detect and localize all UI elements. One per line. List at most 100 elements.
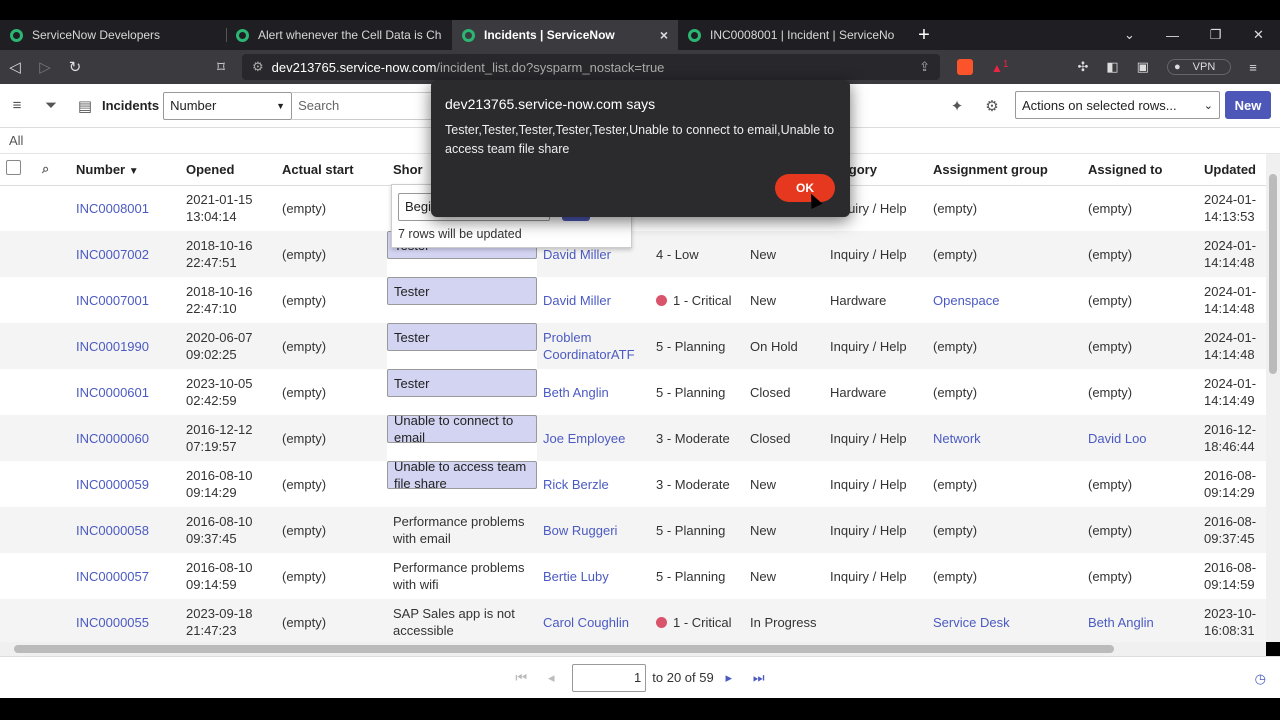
incident-number-link[interactable]: INC0007001 <box>76 293 149 308</box>
caller-link[interactable]: Beth Anglin <box>543 385 609 400</box>
table-row[interactable]: INC00070022018-10-16 22:47:51(empty)Test… <box>0 231 1266 277</box>
caller-link[interactable]: Bertie Luby <box>543 569 609 584</box>
short-description-cell[interactable]: Unable to access team file share <box>387 461 537 489</box>
vpn-button[interactable]: ● VPN <box>1166 59 1232 75</box>
dialog-message: Tester,Tester,Tester,Tester,Tester,Unabl… <box>445 123 835 156</box>
browser-tab-active[interactable]: Incidents | ServiceNow × <box>452 20 678 50</box>
short-description-cell[interactable]: Performance problems with email <box>387 507 537 553</box>
short-description-cell[interactable]: Tester <box>387 369 537 397</box>
column-header-number[interactable]: Number ▼ <box>70 154 180 186</box>
table-row[interactable]: INC0001990 2020-06-07 09:02:25 (empty) Test… <box>0 323 1266 369</box>
new-tab-button[interactable]: + <box>904 24 944 47</box>
assignment-group-value[interactable]: Service Desk <box>933 615 1010 630</box>
bookmark-icon[interactable]: ⌑ <box>206 58 236 76</box>
last-page-icon[interactable]: ⏭ <box>744 670 774 686</box>
search-input[interactable]: Search <box>292 91 433 120</box>
assignment-group-value[interactable]: Openspace <box>933 293 1000 308</box>
row-preview-cell <box>36 553 70 599</box>
incident-number-link[interactable]: INC0000057 <box>76 569 149 584</box>
close-tab-icon[interactable]: × <box>660 27 668 43</box>
short-description-cell[interactable]: Tester <box>387 323 537 351</box>
scroll-thumb[interactable] <box>1269 174 1277 374</box>
column-header-assignment-group[interactable]: Assignment group <box>927 154 1082 186</box>
caller-cell: Bertie Luby <box>537 553 650 599</box>
table-row[interactable]: INC0000059 2016-08-10 09:14:29 (empty) Unab… <box>0 461 1266 507</box>
next-page-icon[interactable]: ▸ <box>714 670 744 686</box>
column-header-assigned-to[interactable]: Assigned to <box>1082 154 1198 186</box>
short-description-cell[interactable]: Performance problems with wifi <box>387 553 537 599</box>
prev-page-icon[interactable]: ◂ <box>536 670 566 686</box>
table-row[interactable]: INC0000058 2016-08-10 09:37:45 (empty) Perf… <box>0 507 1266 553</box>
settings-icon[interactable]: ⚙ <box>975 97 1009 115</box>
filter-icon[interactable]: ⏷ <box>34 97 68 114</box>
clock-icon[interactable]: ◷ <box>1255 671 1266 687</box>
caller-link[interactable]: Joe Employee <box>543 431 625 446</box>
incident-number-link[interactable]: INC0001990 <box>76 339 149 354</box>
caller-cell: Beth Anglin <box>537 369 650 415</box>
table-row[interactable]: INC0000601 2023-10-05 02:42:59 (empty) Test… <box>0 369 1266 415</box>
short-description-cell[interactable]: SAP Sales app is not accessible <box>387 599 537 642</box>
table-row[interactable]: INC0000055 2023-09-18 21:47:23 (empty) SAP … <box>0 599 1266 642</box>
wallet-icon[interactable]: ▣ <box>1137 59 1149 75</box>
extensions-icon[interactable]: ✣ <box>1077 59 1088 75</box>
menu-icon[interactable]: ≡ <box>1249 60 1257 75</box>
brave-rewards-icon[interactable]: ▲1 <box>991 59 1008 75</box>
incident-number-link[interactable]: INC0000059 <box>76 477 149 492</box>
assigned-to-value[interactable]: David Loo <box>1088 431 1147 446</box>
assignment-group-cell: (empty) <box>927 185 1082 231</box>
incident-number-link[interactable]: INC0000058 <box>76 523 149 538</box>
browser-tab[interactable]: ServiceNow Developers <box>0 20 226 50</box>
search-field-select[interactable]: Number ▼ <box>163 91 293 120</box>
caller-link[interactable]: David Miller <box>543 293 611 308</box>
hamburger-menu-icon[interactable]: ≡ <box>0 97 34 114</box>
assigned-to-value[interactable]: Beth Anglin <box>1088 615 1154 630</box>
incident-number-link[interactable]: INC0000060 <box>76 431 149 446</box>
tab-search-icon[interactable]: ⌄ <box>1108 27 1151 43</box>
sidebar-toggle-icon[interactable]: ◧ <box>1106 59 1118 75</box>
ok-button[interactable]: OK <box>775 174 835 202</box>
minimize-icon[interactable]: — <box>1151 28 1194 43</box>
browser-tab[interactable]: Alert whenever the Cell Data is Chang <box>226 20 452 50</box>
site-info-icon[interactable]: ⚙ <box>252 59 264 75</box>
incident-number-link[interactable]: INC0008001 <box>76 201 149 216</box>
short-description-cell[interactable]: Tester <box>387 277 537 305</box>
actions-select[interactable]: Actions on selected rows... ⌄ <box>1015 91 1220 119</box>
category-cell: Inquiry / Help <box>830 476 907 492</box>
scroll-thumb[interactable] <box>14 645 1114 653</box>
close-window-icon[interactable]: ✕ <box>1237 27 1280 43</box>
sparkle-icon[interactable]: ✦ <box>940 97 974 115</box>
forward-icon[interactable]: ▷ <box>30 58 60 76</box>
reload-icon[interactable]: ↻ <box>60 58 90 76</box>
caller-link[interactable]: David Miller <box>543 247 611 262</box>
short-description-cell[interactable]: Unable to connect to email <box>387 415 537 443</box>
brave-shields-icon[interactable] <box>957 59 973 75</box>
back-icon[interactable]: ◁ <box>0 58 30 76</box>
assigned-to-cell: (empty) <box>1082 507 1198 553</box>
caller-link[interactable]: Problem CoordinatorATF <box>543 330 635 362</box>
table-row[interactable]: INC0007001 2018-10-16 22:47:10 (empty) Test… <box>0 277 1266 323</box>
incident-number-link[interactable]: INC0000601 <box>76 385 149 400</box>
assignment-group-value[interactable]: Network <box>933 431 981 446</box>
page-input[interactable]: 1 <box>572 663 647 692</box>
table-row[interactable]: INC0000060 2016-12-12 07:19:57 (empty) Unab… <box>0 415 1266 461</box>
vertical-scrollbar[interactable] <box>1266 154 1280 642</box>
caller-link[interactable]: Carol Coughlin <box>543 615 629 630</box>
column-search-icon[interactable]: ⌕ <box>42 161 49 176</box>
column-header-updated[interactable]: Updated <box>1198 154 1266 186</box>
select-all-checkbox[interactable] <box>6 160 21 176</box>
incident-number-link[interactable]: INC0000055 <box>76 615 149 630</box>
table-row[interactable]: INC0000057 2016-08-10 09:14:59 (empty) Perf… <box>0 553 1266 599</box>
restore-icon[interactable]: ❐ <box>1194 27 1237 43</box>
share-icon[interactable]: ⇪ <box>919 59 930 75</box>
browser-tab[interactable]: INC0008001 | Incident | ServiceNow <box>678 20 904 50</box>
list-context-icon[interactable]: ▤ <box>68 97 102 115</box>
new-button[interactable]: New <box>1225 91 1271 119</box>
horizontal-scrollbar[interactable] <box>0 642 1266 656</box>
caller-link[interactable]: Rick Berzle <box>543 477 609 492</box>
caller-link[interactable]: Bow Ruggeri <box>543 523 617 538</box>
first-page-icon[interactable]: ⏮ <box>506 670 536 686</box>
address-bar[interactable]: ⚙ dev213765.service-now.com /incident_li… <box>242 54 940 80</box>
incident-number-link[interactable]: INC0007002 <box>76 247 149 262</box>
column-header-actual-start[interactable]: Actual start <box>276 154 387 186</box>
column-header-opened[interactable]: Opened <box>180 154 276 186</box>
